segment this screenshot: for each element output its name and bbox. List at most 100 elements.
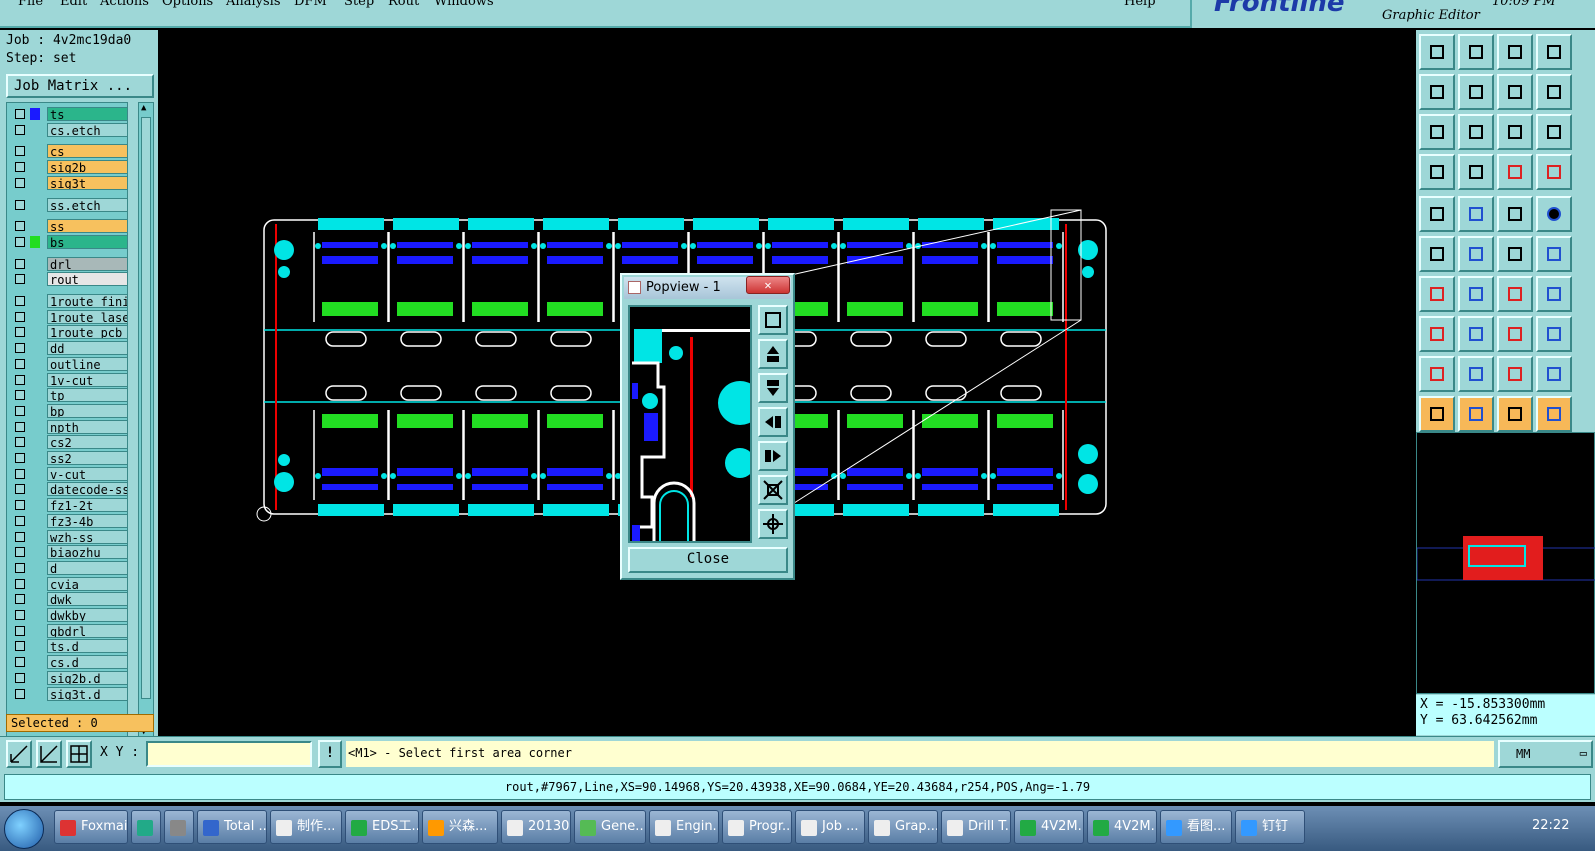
pointer-circle-icon[interactable] — [1497, 396, 1533, 432]
export-icon[interactable] — [1458, 74, 1494, 110]
trap-icon[interactable] — [1497, 356, 1533, 392]
layer-row[interactable]: sig2b — [11, 160, 127, 175]
layer-name[interactable]: npth — [47, 419, 127, 434]
layer-name[interactable]: sig2b.d — [47, 670, 127, 685]
layer-checkbox[interactable] — [15, 515, 25, 526]
layer-row[interactable]: wzh-ss — [11, 529, 127, 544]
layer-name[interactable]: ss2 — [47, 451, 127, 465]
line-point-icon[interactable] — [1536, 236, 1572, 272]
pad-icon[interactable] — [1419, 196, 1455, 232]
pointer-box-icon[interactable] — [1458, 396, 1494, 432]
layer-row[interactable]: sig3t — [11, 175, 127, 190]
start-button[interactable] — [4, 809, 44, 849]
layer-row[interactable]: ss.etch — [11, 197, 127, 212]
layer-name[interactable]: outline — [47, 356, 127, 371]
layer-checkbox[interactable] — [15, 688, 25, 699]
ruler-icon[interactable] — [1497, 196, 1533, 232]
layer-name[interactable]: cs2 — [47, 435, 127, 450]
settings-icon[interactable] — [1419, 154, 1455, 190]
layer-name[interactable]: 1route_pcb — [47, 325, 127, 340]
node-icon[interactable] — [1419, 236, 1455, 272]
shape-icon[interactable] — [1536, 316, 1572, 352]
layer-checkbox[interactable] — [15, 177, 25, 188]
layer-name[interactable]: ss.etch — [47, 197, 127, 212]
save-icon[interactable] — [1458, 34, 1494, 70]
layer-row[interactable]: ts.d — [11, 639, 127, 654]
split-icon[interactable] — [1536, 276, 1572, 312]
layer-checkbox[interactable] — [15, 531, 25, 542]
layer-name[interactable]: rout — [47, 272, 127, 287]
layer-name[interactable]: bp — [47, 403, 127, 418]
layer-checkbox[interactable] — [15, 500, 25, 511]
taskbar-app[interactable]: 看图... — [1160, 810, 1232, 844]
zoom-all-icon[interactable] — [1419, 114, 1455, 150]
layer-name[interactable]: drl — [47, 256, 127, 271]
layer-name[interactable]: cvia — [47, 576, 127, 591]
zoom-home-icon[interactable] — [758, 509, 788, 539]
redo-icon[interactable] — [1536, 74, 1572, 110]
dash-icon[interactable] — [1458, 316, 1494, 352]
layer-checkbox[interactable] — [15, 672, 25, 683]
layer-checkbox[interactable] — [15, 578, 25, 589]
slash-icon[interactable] — [1458, 196, 1494, 232]
layer-name[interactable]: ts — [47, 107, 127, 121]
layer-name[interactable]: cs — [47, 144, 127, 159]
pad-red-icon[interactable] — [1419, 316, 1455, 352]
layer-row[interactable]: drl — [11, 256, 127, 271]
taskbar-app[interactable]: 钉钉 — [1235, 810, 1305, 844]
layer-row[interactable]: v-cut — [11, 466, 127, 481]
job-matrix-button[interactable]: Job Matrix ... — [6, 74, 154, 98]
layer-name[interactable]: dwkby — [47, 608, 127, 622]
layer-checkbox[interactable] — [15, 296, 25, 306]
cross-icon[interactable] — [1458, 236, 1494, 272]
taskbar-app[interactable]: 4V2M... — [1087, 810, 1157, 844]
layer-checkbox[interactable] — [15, 562, 25, 573]
taskbar-app[interactable]: Job ... — [795, 810, 865, 844]
layer-checkbox[interactable] — [15, 374, 25, 385]
layer-row[interactable]: 1v-cut — [11, 372, 127, 387]
undo-icon[interactable] — [1497, 74, 1533, 110]
import-icon[interactable] — [1419, 74, 1455, 110]
layer-row[interactable]: 1route_finis — [11, 294, 127, 308]
menu-edit[interactable]: Edit — [60, 0, 87, 9]
layer-name[interactable]: ts.d — [47, 639, 127, 654]
layer-row[interactable]: outline — [11, 356, 127, 371]
layer-name[interactable]: sig3t.d — [47, 686, 127, 701]
layer-scrollbar[interactable]: ▲ ▼ — [138, 102, 154, 738]
layer-row[interactable]: npth — [11, 419, 127, 434]
menu-rout[interactable]: Rout — [388, 0, 419, 9]
taskbar-app[interactable]: Foxmail — [54, 810, 128, 844]
layer-name[interactable]: 1route_finis — [47, 294, 127, 308]
layer-checkbox[interactable] — [15, 421, 25, 432]
layer-checkbox[interactable] — [15, 327, 25, 338]
layer-name[interactable]: sig3t — [47, 175, 127, 190]
taskbar-app[interactable] — [164, 810, 194, 844]
layer-checkbox[interactable] — [15, 625, 25, 636]
measure-icon[interactable] — [6, 740, 32, 768]
layer-checkbox[interactable] — [15, 109, 25, 119]
layer-checkbox[interactable] — [15, 641, 25, 652]
taskbar-app[interactable]: 4V2M... — [1014, 810, 1084, 844]
zoom-fit-icon[interactable] — [758, 475, 788, 505]
menu-file[interactable]: File — [18, 0, 43, 9]
menu-actions[interactable]: Actions — [100, 0, 149, 9]
layer-row[interactable]: biaozhu — [11, 545, 127, 560]
units-selector[interactable]: MM ▭ — [1498, 740, 1593, 768]
select-red-icon[interactable] — [1536, 154, 1572, 190]
layer-row[interactable]: ss2 — [11, 451, 127, 465]
layer-checkbox[interactable] — [15, 453, 25, 463]
layer-row[interactable]: cs2 — [11, 435, 127, 450]
layer-name[interactable]: bs — [47, 234, 127, 249]
line-icon[interactable] — [1458, 276, 1494, 312]
popview-close-icon[interactable]: ✕ — [746, 276, 790, 294]
zoom-center-icon[interactable] — [1458, 114, 1494, 150]
layer-checkbox[interactable] — [15, 146, 25, 157]
taskbar-app[interactable]: EDS工... — [345, 810, 419, 844]
xy-input[interactable] — [146, 741, 312, 767]
layer-checkbox[interactable] — [15, 311, 25, 322]
layers-icon[interactable] — [1536, 34, 1572, 70]
taskbar-app[interactable]: 制作... — [270, 810, 342, 844]
layer-checkbox[interactable] — [15, 547, 25, 558]
popview-close-button[interactable]: Close — [628, 547, 788, 573]
layer-checkbox[interactable] — [15, 124, 25, 135]
